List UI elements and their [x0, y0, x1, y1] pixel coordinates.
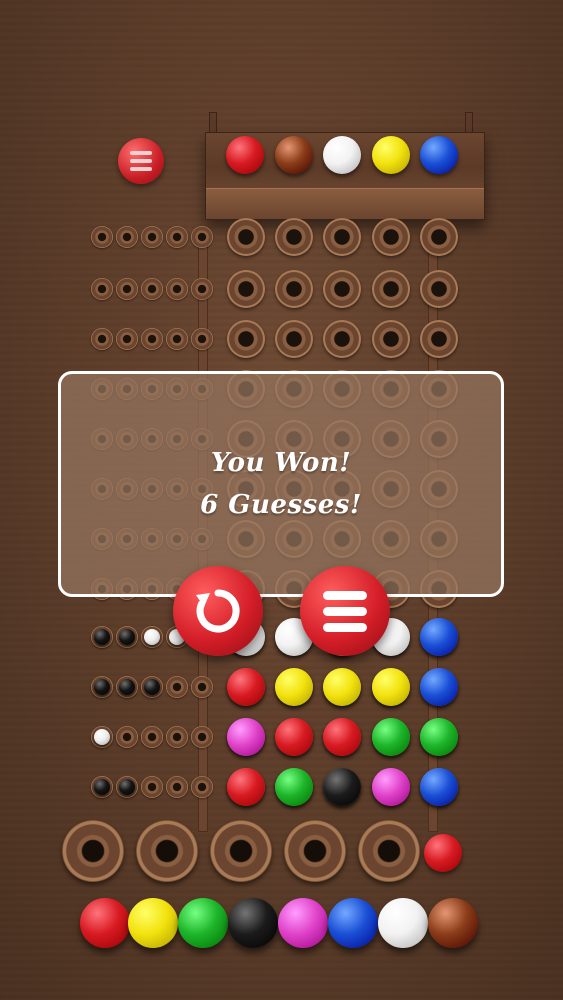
palette-peg-black[interactable]	[228, 898, 278, 948]
key-peg	[94, 779, 110, 795]
key-hole	[166, 328, 188, 350]
key-hole	[191, 776, 213, 798]
guess-peg	[372, 768, 410, 806]
key-hole	[91, 226, 113, 248]
palette-peg-red[interactable]	[80, 898, 130, 948]
key-peg	[119, 679, 135, 695]
guess-hole[interactable]	[420, 320, 458, 358]
key-hole	[116, 328, 138, 350]
key-hole	[166, 776, 188, 798]
guess-hole[interactable]	[275, 218, 313, 256]
guess-hole[interactable]	[275, 270, 313, 308]
input-slot[interactable]	[210, 820, 272, 882]
key-peg	[94, 679, 110, 695]
guess-hole[interactable]	[372, 270, 410, 308]
secret-peg	[420, 136, 458, 174]
secret-peg	[275, 136, 313, 174]
key-peg	[94, 729, 110, 745]
input-slot[interactable]	[284, 820, 346, 882]
guess-peg	[420, 618, 458, 656]
palette-peg-green[interactable]	[178, 898, 228, 948]
guess-hole[interactable]	[420, 218, 458, 256]
guess-hole[interactable]	[372, 218, 410, 256]
restart-icon	[196, 589, 240, 633]
menu-icon	[323, 590, 367, 632]
key-hole	[141, 278, 163, 300]
key-hole	[116, 726, 138, 748]
key-hole	[141, 776, 163, 798]
palette-peg-yellow[interactable]	[128, 898, 178, 948]
key-hole	[166, 726, 188, 748]
secret-peg	[226, 136, 264, 174]
guess-peg	[420, 718, 458, 756]
key-hole	[91, 328, 113, 350]
key-peg	[119, 779, 135, 795]
guess-hole[interactable]	[372, 320, 410, 358]
key-hole	[141, 726, 163, 748]
main-menu-button[interactable]	[300, 566, 390, 656]
selected-peg[interactable]	[424, 834, 462, 872]
guess-peg	[275, 768, 313, 806]
key-hole	[116, 226, 138, 248]
key-hole	[91, 278, 113, 300]
guess-peg	[420, 768, 458, 806]
palette-peg-white[interactable]	[378, 898, 428, 948]
restart-button[interactable]	[173, 566, 263, 656]
guess-hole[interactable]	[323, 320, 361, 358]
key-peg	[144, 679, 160, 695]
key-hole	[166, 278, 188, 300]
guess-peg	[323, 768, 361, 806]
secret-peg	[323, 136, 361, 174]
guess-peg	[275, 718, 313, 756]
input-slot[interactable]	[62, 820, 124, 882]
palette-peg-brown[interactable]	[428, 898, 478, 948]
key-hole	[141, 226, 163, 248]
guess-peg	[372, 718, 410, 756]
guess-peg	[372, 668, 410, 706]
guess-peg	[227, 768, 265, 806]
guess-hole[interactable]	[227, 320, 265, 358]
key-hole	[191, 676, 213, 698]
key-hole	[191, 726, 213, 748]
win-title: You Won!	[210, 448, 352, 478]
key-hole	[116, 278, 138, 300]
guess-peg	[323, 718, 361, 756]
guess-peg	[275, 668, 313, 706]
guess-peg	[227, 718, 265, 756]
guess-hole[interactable]	[323, 270, 361, 308]
key-hole	[191, 328, 213, 350]
input-slot[interactable]	[358, 820, 420, 882]
palette-peg-blue[interactable]	[328, 898, 378, 948]
secret-peg	[372, 136, 410, 174]
guess-peg	[323, 668, 361, 706]
key-hole	[166, 676, 188, 698]
guess-peg	[420, 668, 458, 706]
key-hole	[191, 278, 213, 300]
key-peg	[144, 629, 160, 645]
guess-hole[interactable]	[227, 218, 265, 256]
key-hole	[166, 226, 188, 248]
key-hole	[141, 328, 163, 350]
guess-hole[interactable]	[323, 218, 361, 256]
key-peg	[119, 629, 135, 645]
palette-peg-magenta[interactable]	[278, 898, 328, 948]
guess-peg	[227, 668, 265, 706]
guess-hole[interactable]	[227, 270, 265, 308]
menu-button[interactable]	[118, 138, 164, 184]
guess-hole[interactable]	[275, 320, 313, 358]
guess-count: 6 Guesses!	[200, 490, 362, 520]
input-slot[interactable]	[136, 820, 198, 882]
key-peg	[94, 629, 110, 645]
guess-hole[interactable]	[420, 270, 458, 308]
result-dialog: You Won! 6 Guesses!	[58, 371, 504, 597]
key-hole	[191, 226, 213, 248]
